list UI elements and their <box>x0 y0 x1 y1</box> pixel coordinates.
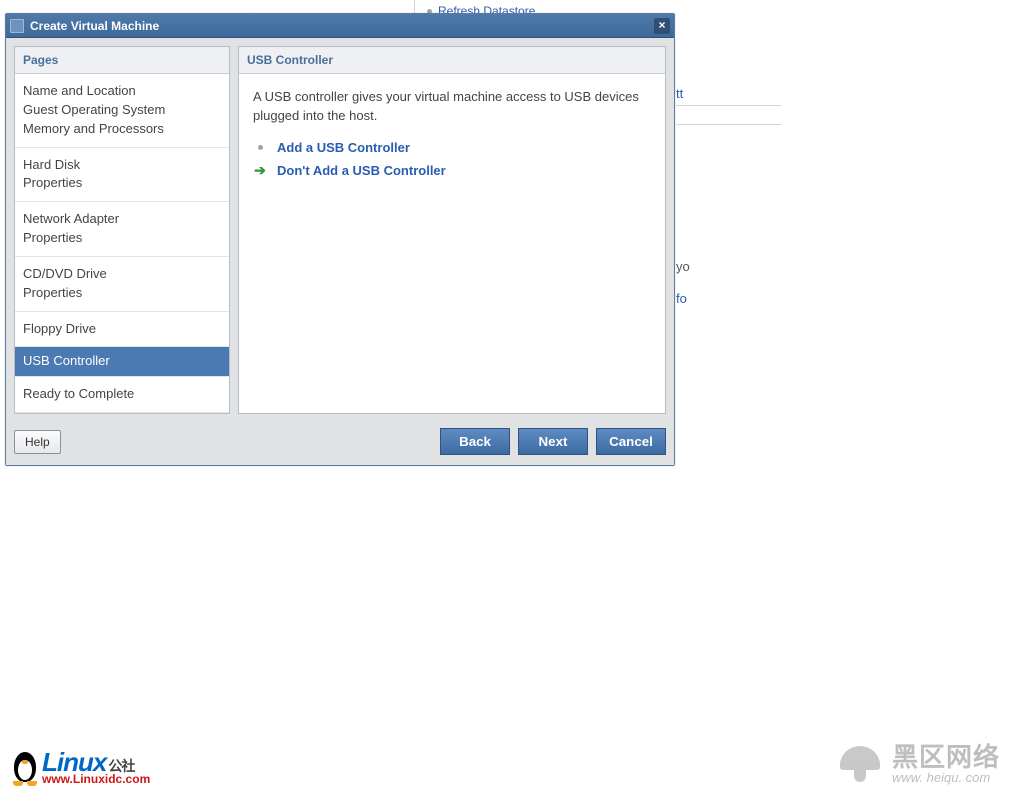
page-item: USB Controller <box>23 352 221 371</box>
page-item: Properties <box>23 174 221 193</box>
pages-header: Pages <box>15 47 229 74</box>
page-group-ready[interactable]: Ready to Complete <box>15 377 229 413</box>
dialog-footer: Help Back Next Cancel <box>6 422 674 465</box>
close-icon[interactable]: × <box>654 18 670 34</box>
page-item: Properties <box>23 284 221 303</box>
pages-list: Name and Location Guest Operating System… <box>15 74 229 413</box>
dialog-title: Create Virtual Machine <box>30 19 159 33</box>
page-group-network[interactable]: Network Adapter Properties <box>15 202 229 257</box>
penguin-icon <box>10 748 40 786</box>
page-item: Network Adapter <box>23 210 221 229</box>
bullet-icon <box>253 145 267 150</box>
watermark-right-cn: 黑区网络 <box>892 743 1000 772</box>
pages-panel: Pages Name and Location Guest Operating … <box>14 46 230 414</box>
watermark-linuxidc: Linux公社 www.Linuxidc.com <box>10 748 150 786</box>
vm-icon <box>10 19 24 33</box>
bg-clip-yo: yo <box>676 259 690 274</box>
bg-divider <box>676 105 781 106</box>
page-group-hard-disk[interactable]: Hard Disk Properties <box>15 148 229 203</box>
mushroom-icon <box>838 742 882 786</box>
page-item: Hard Disk <box>23 156 221 175</box>
page-item: Ready to Complete <box>23 385 221 404</box>
page-item: Name and Location <box>23 82 221 101</box>
page-group-cddvd[interactable]: CD/DVD Drive Properties <box>15 257 229 312</box>
help-button[interactable]: Help <box>14 430 61 454</box>
arrow-right-icon: ➔ <box>253 163 267 177</box>
page-item: CD/DVD Drive <box>23 265 221 284</box>
content-panel: USB Controller A USB controller gives yo… <box>238 46 666 414</box>
option-add-usb[interactable]: Add a USB Controller <box>253 136 651 159</box>
titlebar[interactable]: Create Virtual Machine × <box>6 14 674 38</box>
page-group-usb[interactable]: USB Controller <box>15 347 229 377</box>
bg-clip-fo: fo <box>676 291 687 306</box>
page-item: Memory and Processors <box>23 120 221 139</box>
back-button[interactable]: Back <box>440 428 510 455</box>
option-dont-add-usb[interactable]: ➔ Don't Add a USB Controller <box>253 159 651 182</box>
content-description: A USB controller gives your virtual mach… <box>253 88 651 126</box>
option-dont-add-label: Don't Add a USB Controller <box>277 163 446 178</box>
option-add-label: Add a USB Controller <box>277 140 410 155</box>
watermark-left-url: www.Linuxidc.com <box>42 773 150 785</box>
bg-clip-tt: tt <box>676 86 683 101</box>
create-vm-dialog: Create Virtual Machine × Pages Name and … <box>5 13 675 466</box>
watermark-right-en: www. heiqu. com <box>892 771 1000 785</box>
next-button[interactable]: Next <box>518 428 588 455</box>
watermark-heiqu: 黑区网络 www. heiqu. com <box>838 742 1000 786</box>
page-item: Guest Operating System <box>23 101 221 120</box>
page-item: Properties <box>23 229 221 248</box>
page-item: Floppy Drive <box>23 320 221 339</box>
page-group-floppy[interactable]: Floppy Drive <box>15 312 229 348</box>
cancel-button[interactable]: Cancel <box>596 428 666 455</box>
page-group-name-location[interactable]: Name and Location Guest Operating System… <box>15 74 229 148</box>
bg-divider-2 <box>676 124 781 125</box>
content-header: USB Controller <box>239 47 665 74</box>
